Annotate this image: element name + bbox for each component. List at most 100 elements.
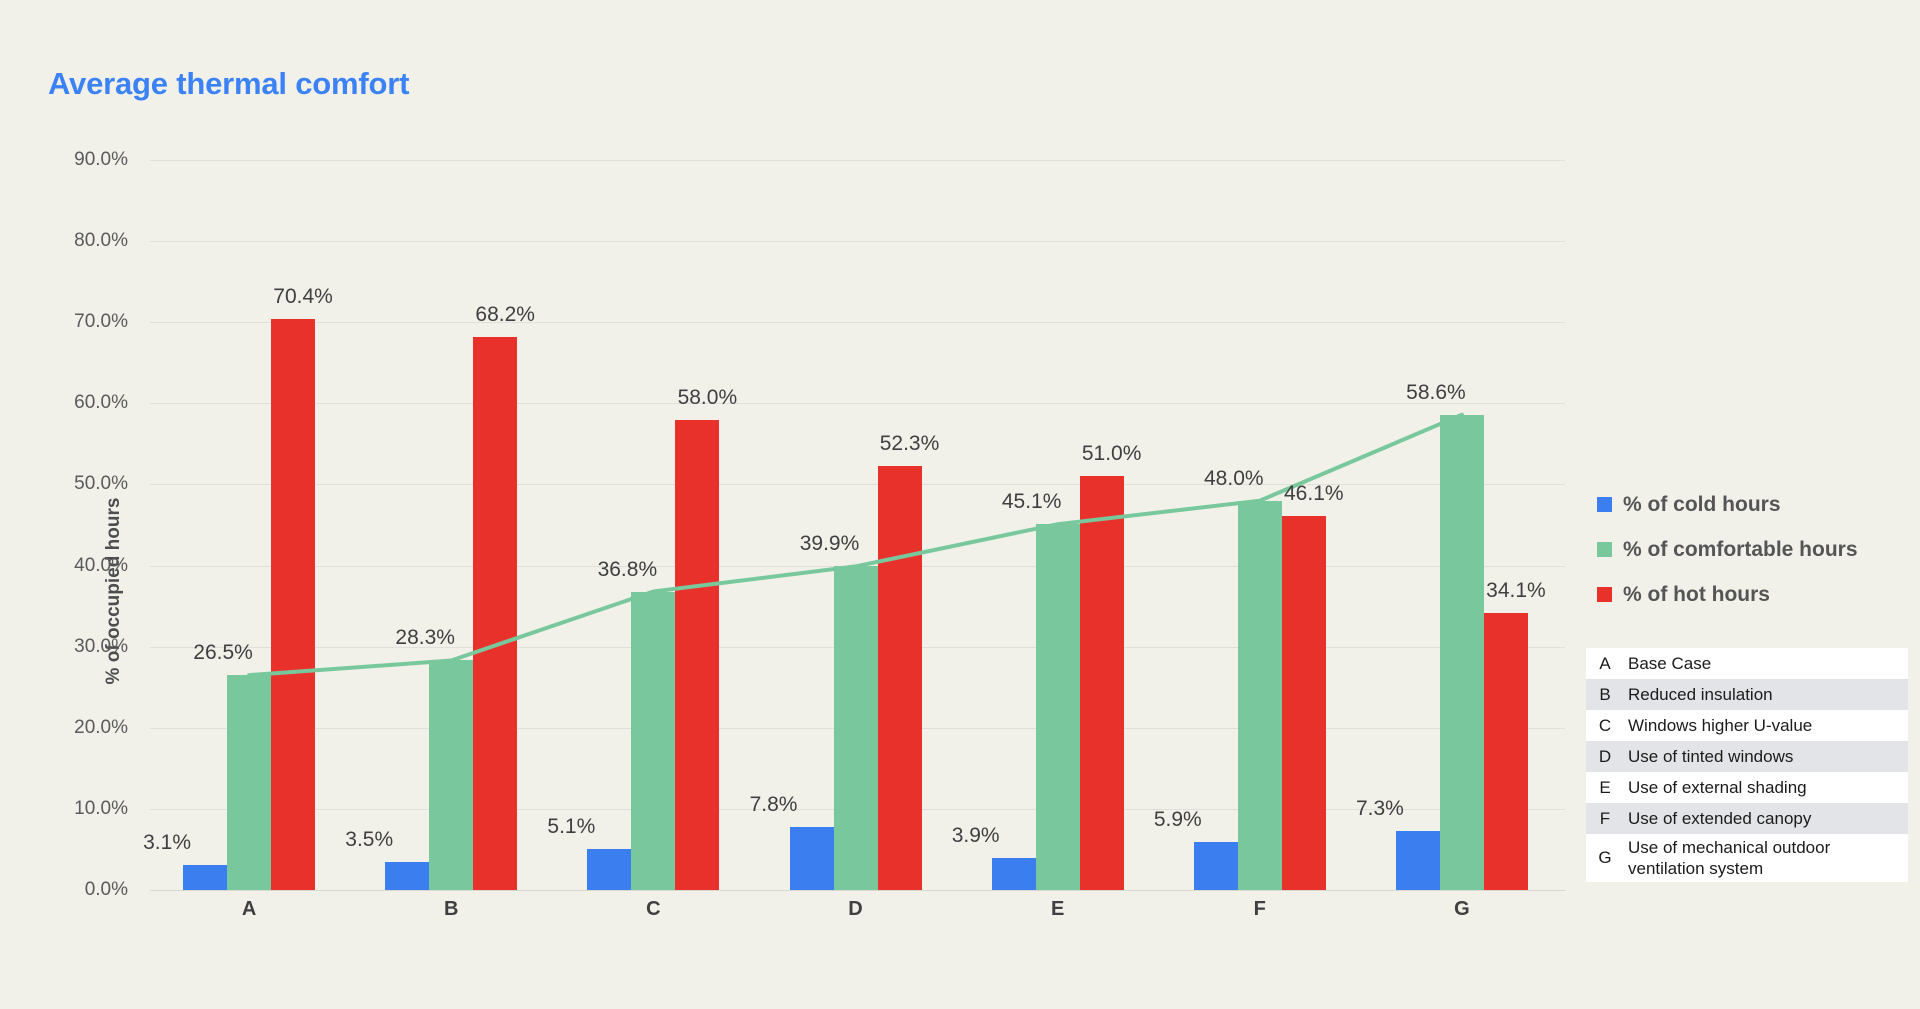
bar-b-cold[interactable] [385, 861, 430, 890]
data-label-d-comfortable: 39.9% [799, 532, 860, 556]
y-axis-tick-label: 10.0% [74, 797, 128, 819]
scenario-key: B [1599, 684, 1611, 704]
y-axis-tick-labels: 0.0% 10.0% 20.0% 30.0% 40.0% 50.0% 60.0% 70.0% 8… [0, 149, 140, 900]
table-row: G Use of mechanical outdoor ventilation s… [1586, 834, 1908, 882]
scenario-description: Use of mechanical outdoor ventilation sy… [1628, 837, 1831, 878]
scenario-key: C [1598, 715, 1612, 735]
data-label-g-comfortable: 58.6% [1406, 380, 1466, 404]
data-label-a-hot: 70.4% [273, 284, 333, 308]
gridline [150, 322, 1565, 324]
bar-g-comfortable[interactable] [1439, 414, 1484, 890]
bar-c-comfortable[interactable] [631, 591, 676, 890]
data-label-d-cold: 7.8% [749, 792, 798, 816]
data-label-c-cold: 5.1% [547, 814, 596, 838]
data-label-g-hot: 34.1% [1486, 579, 1546, 603]
bar-b-hot[interactable] [473, 336, 518, 890]
gridline [150, 160, 1565, 161]
square-swatch-icon [1597, 497, 1612, 512]
x-axis-label-e: E [1050, 898, 1065, 920]
data-label-b-hot: 68.2% [475, 302, 535, 326]
legend-item-label: % of comfortable hours [1623, 537, 1858, 561]
scenario-key: D [1598, 746, 1612, 766]
bar-d-cold[interactable] [789, 826, 834, 890]
gridline [150, 890, 1565, 891]
table-row: A Base Case [1586, 648, 1908, 679]
data-label-f-cold: 5.9% [1153, 808, 1202, 832]
scenario-key: A [1599, 653, 1611, 673]
scenario-description: Use of external shading [1628, 777, 1807, 797]
scenario-key: G [1598, 848, 1612, 867]
data-label-f-comfortable: 48.0% [1204, 466, 1264, 490]
table-row: D Use of tinted windows [1586, 741, 1908, 772]
data-label-f-hot: 46.1% [1284, 482, 1344, 506]
table-row: C Windows higher U-value [1586, 710, 1908, 741]
bar-c-hot[interactable] [675, 419, 720, 890]
data-label-e-hot: 51.0% [1081, 442, 1142, 466]
x-axis-label-f: F [1253, 898, 1266, 920]
data-label-g-cold: 7.3% [1355, 796, 1404, 820]
legend-item-label: % of cold hours [1623, 492, 1781, 516]
bar-b-comfortable[interactable] [429, 660, 474, 890]
table-row: F Use of extended canopy [1586, 803, 1908, 834]
data-label-b-cold: 3.5% [345, 827, 394, 851]
bar-f-cold[interactable] [1193, 842, 1238, 890]
scenario-legend-table: A Base Case B Reduced insulation C Windows hi… [1586, 648, 1908, 882]
plot-area: 3.1% 26.5% 70.4% 3.5% 28.3% 68.2% 5.1% 36.8% 58.… [143, 160, 1565, 920]
y-axis-tick-label: 70.0% [74, 311, 128, 333]
y-axis-tick-label: 40.0% [74, 554, 128, 576]
legend: % of cold hours % of comfortable hours % o… [1597, 482, 1858, 617]
scenario-key: F [1599, 808, 1611, 828]
bar-d-comfortable[interactable] [833, 566, 878, 890]
table-row: B Reduced insulation [1586, 679, 1908, 710]
square-swatch-icon [1597, 587, 1612, 602]
bar-f-comfortable[interactable] [1237, 500, 1282, 890]
data-label-e-comfortable: 45.1% [1001, 490, 1062, 514]
data-label-c-comfortable: 36.8% [597, 557, 658, 581]
scenario-key: E [1599, 777, 1611, 797]
data-label-e-cold: 3.9% [951, 824, 1000, 848]
legend-item-2[interactable]: % of hot hours [1597, 572, 1858, 617]
legend-item-0[interactable]: % of cold hours [1597, 482, 1858, 527]
y-axis-tick-label: 60.0% [74, 392, 128, 414]
bar-f-hot[interactable] [1281, 516, 1326, 890]
page-title: Average thermal comfort [48, 66, 410, 101]
legend-item-1[interactable]: % of comfortable hours [1597, 527, 1858, 572]
data-label-c-hot: 58.0% [677, 385, 738, 409]
gridline [150, 484, 1565, 486]
scenario-description: Base Case [1628, 653, 1712, 673]
bar-a-cold[interactable] [183, 864, 228, 890]
gridline [150, 403, 1565, 405]
bar-a-hot[interactable] [271, 318, 316, 890]
x-axis-label-g: G [1454, 898, 1470, 920]
x-axis-label-d: D [848, 898, 863, 920]
bar-g-hot[interactable] [1483, 613, 1528, 890]
bar-c-cold[interactable] [587, 848, 632, 890]
square-swatch-icon [1597, 542, 1612, 557]
data-label-a-comfortable: 26.5% [193, 641, 253, 665]
x-axis-label-b: B [443, 898, 459, 920]
bar-g-cold[interactable] [1395, 830, 1440, 890]
y-axis-tick-label: 90.0% [74, 149, 128, 170]
data-label-d-hot: 52.3% [879, 431, 940, 455]
gridline [150, 241, 1565, 243]
bar-d-hot[interactable] [877, 465, 922, 890]
y-axis-tick-label: 80.0% [74, 230, 128, 252]
y-axis-tick-label: 0.0% [84, 879, 128, 900]
scenario-description: Use of extended canopy [1628, 808, 1812, 828]
legend-item-label: % of hot hours [1623, 582, 1770, 606]
y-axis-tick-label: 50.0% [74, 473, 128, 495]
scenario-description: Windows higher U-value [1628, 715, 1813, 735]
chart-page: Average thermal comfort % of occupied ho… [0, 0, 1920, 1009]
bar-a-comfortable[interactable] [227, 675, 272, 890]
scenario-description: Reduced insulation [1628, 684, 1773, 704]
bar-e-cold[interactable] [991, 858, 1036, 890]
y-axis-tick-label: 30.0% [74, 635, 128, 657]
table-row: E Use of external shading [1586, 772, 1908, 803]
x-axis-label-c: C [646, 898, 661, 920]
scenario-description: Use of tinted windows [1628, 746, 1794, 766]
data-label-a-cold: 3.1% [143, 830, 191, 854]
data-label-b-comfortable: 28.3% [395, 626, 455, 650]
bar-e-hot[interactable] [1079, 476, 1124, 890]
y-axis-tick-label: 20.0% [74, 716, 128, 738]
bar-e-comfortable[interactable] [1035, 524, 1080, 890]
